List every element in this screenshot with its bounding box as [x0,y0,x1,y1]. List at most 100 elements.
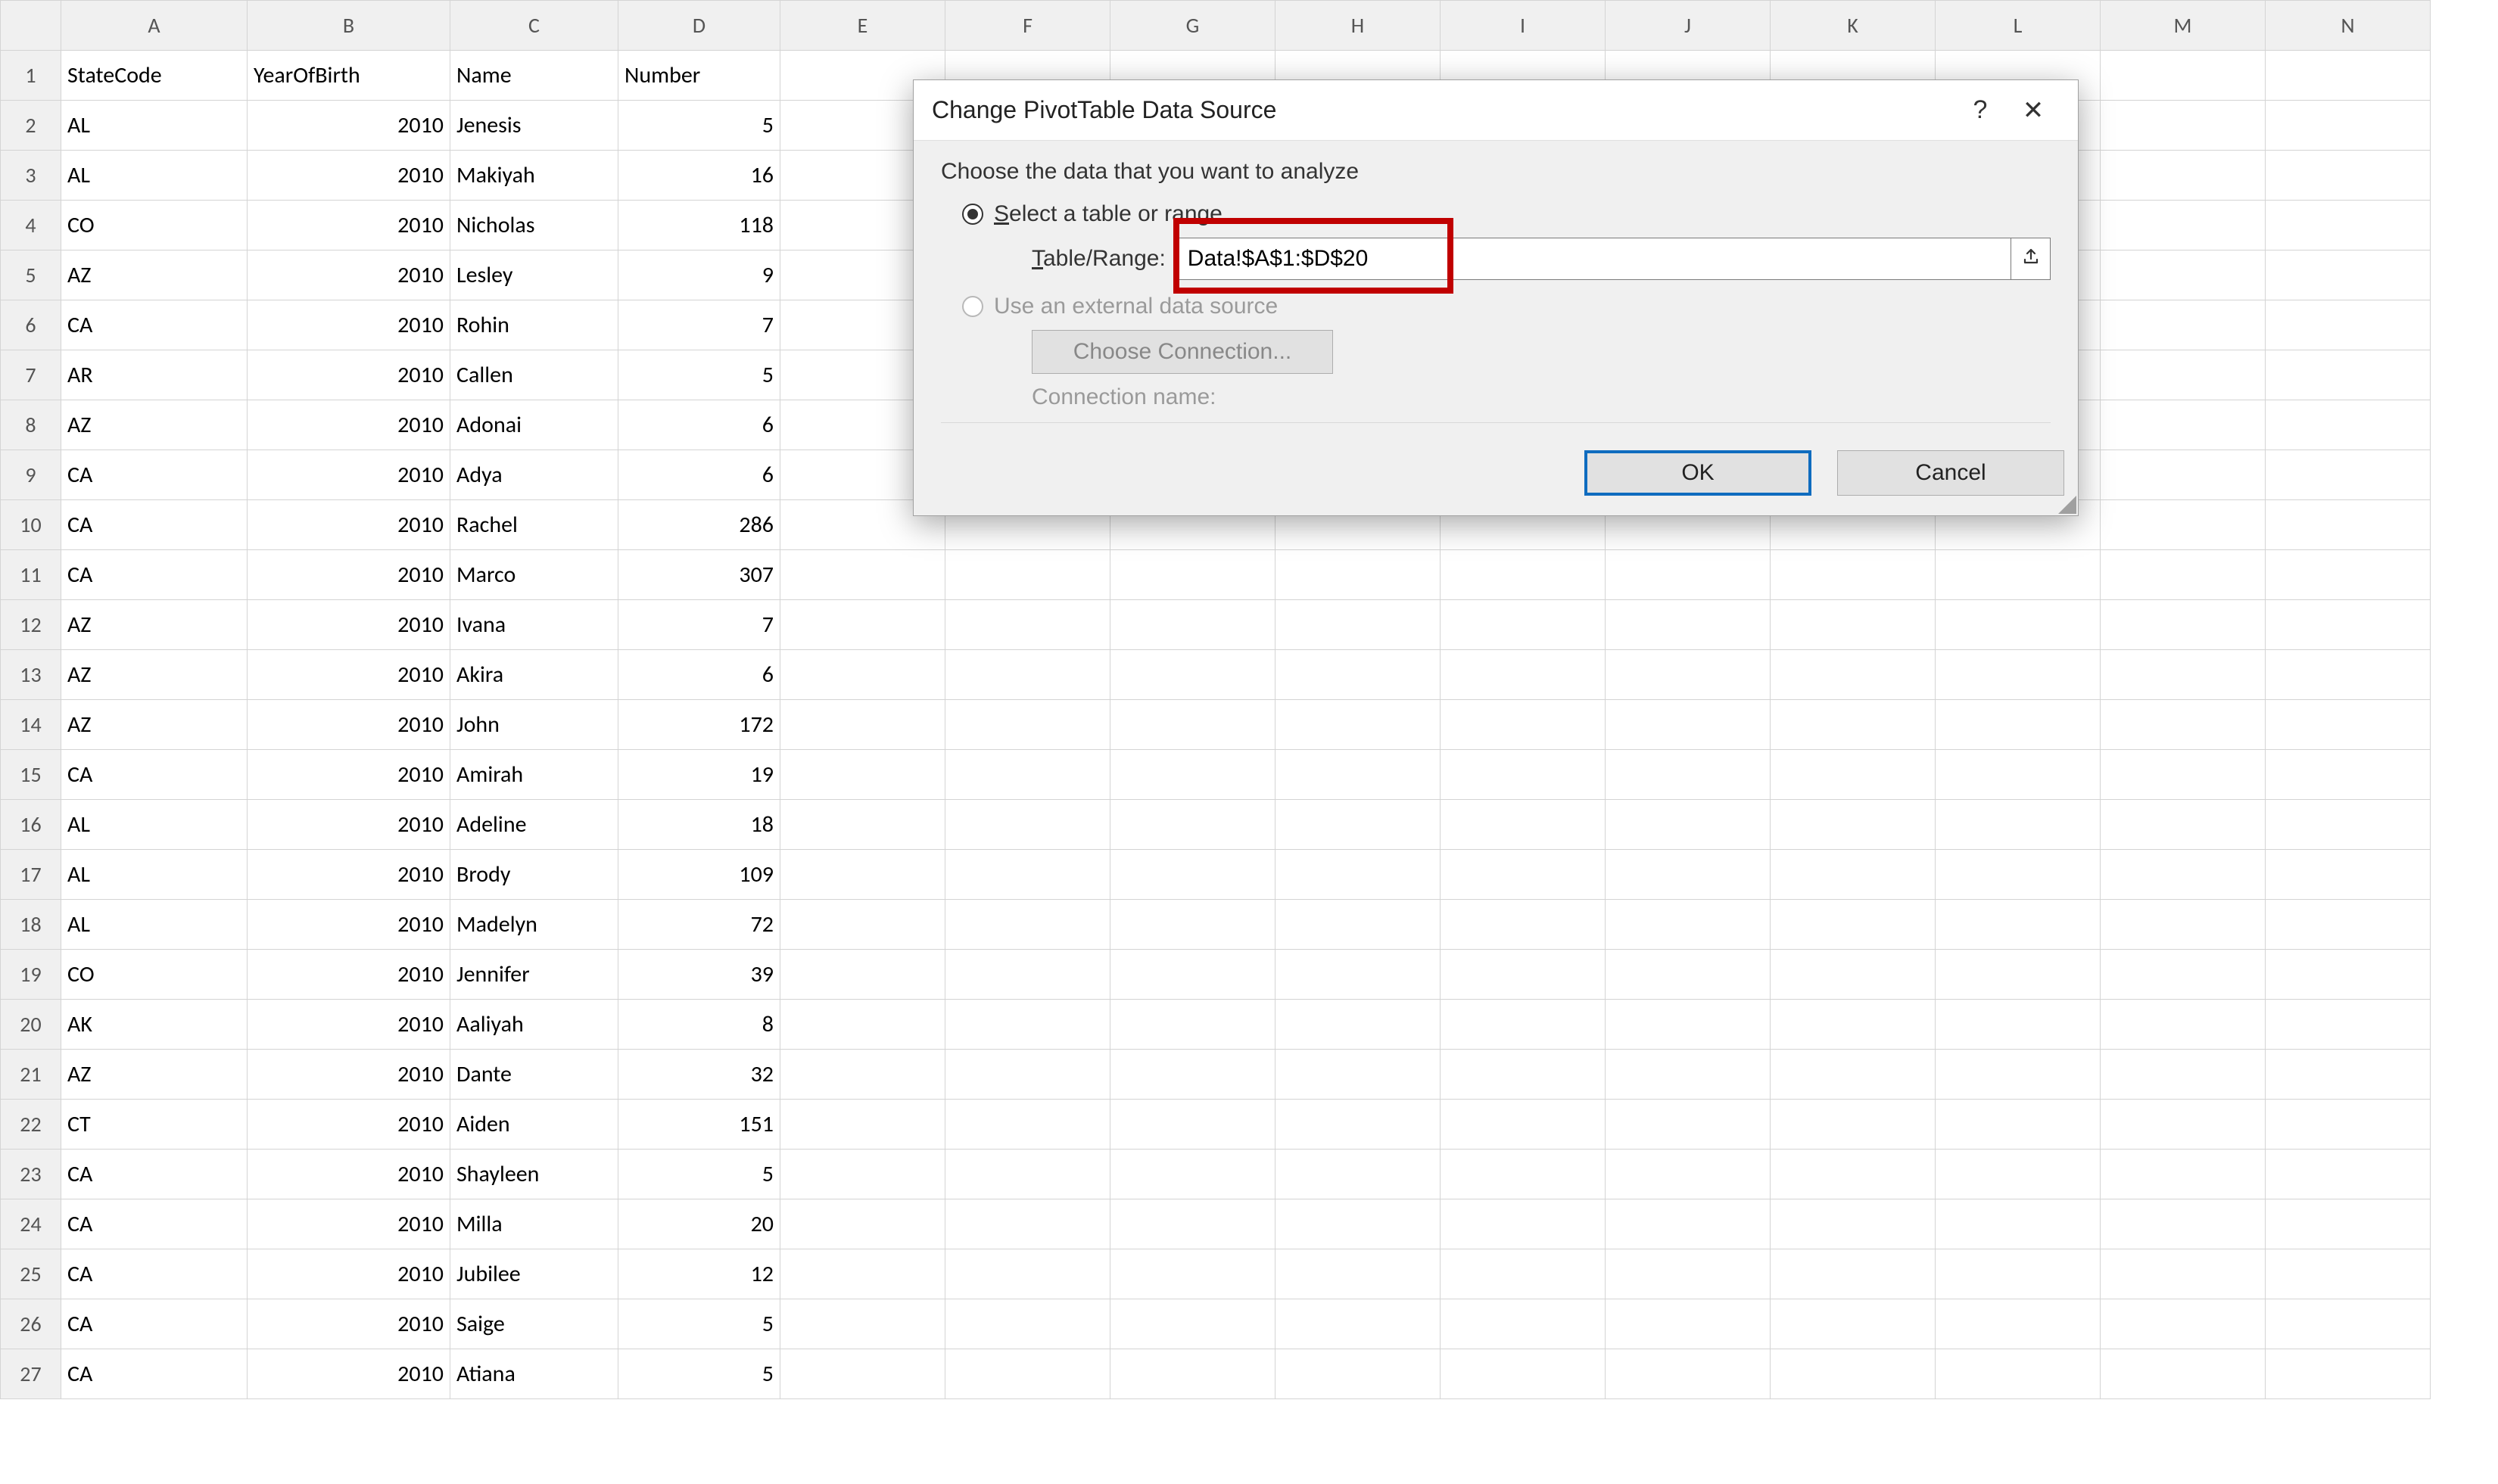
cell-A1[interactable]: StateCode [61,51,248,101]
cell-J12[interactable] [1606,600,1771,650]
table-range-input[interactable] [1176,238,2011,280]
cell-M3[interactable] [2101,151,2266,201]
cell-B15[interactable]: 2010 [248,750,450,800]
cell-M27[interactable] [2101,1349,2266,1399]
cell-K27[interactable] [1771,1349,1936,1399]
col-header-B[interactable]: B [248,1,450,51]
cell-F11[interactable] [945,550,1110,600]
cell-C22[interactable]: Aiden [450,1100,618,1150]
cell-N25[interactable] [2266,1249,2431,1299]
cell-F12[interactable] [945,600,1110,650]
cell-C8[interactable]: Adonai [450,400,618,450]
cell-A8[interactable]: AZ [61,400,248,450]
row-header[interactable]: 11 [1,550,61,600]
cell-N8[interactable] [2266,400,2431,450]
cell-D17[interactable]: 109 [618,850,780,900]
cell-H22[interactable] [1275,1100,1441,1150]
cell-N17[interactable] [2266,850,2431,900]
row-header[interactable]: 16 [1,800,61,850]
cell-L25[interactable] [1936,1249,2101,1299]
cell-B20[interactable]: 2010 [248,1000,450,1050]
cell-M18[interactable] [2101,900,2266,950]
cell-B3[interactable]: 2010 [248,151,450,201]
cell-G23[interactable] [1110,1150,1275,1199]
cell-K11[interactable] [1771,550,1936,600]
cell-H19[interactable] [1275,950,1441,1000]
cell-B14[interactable]: 2010 [248,700,450,750]
cell-N14[interactable] [2266,700,2431,750]
cell-F20[interactable] [945,1000,1110,1050]
cell-N16[interactable] [2266,800,2431,850]
cell-I15[interactable] [1441,750,1606,800]
cell-A22[interactable]: CT [61,1100,248,1150]
cell-K17[interactable] [1771,850,1936,900]
cell-B9[interactable]: 2010 [248,450,450,500]
cell-K16[interactable] [1771,800,1936,850]
cell-A27[interactable]: CA [61,1349,248,1399]
cell-L23[interactable] [1936,1150,2101,1199]
cell-I11[interactable] [1441,550,1606,600]
cell-N2[interactable] [2266,101,2431,151]
cell-I27[interactable] [1441,1349,1606,1399]
cell-J21[interactable] [1606,1050,1771,1100]
cell-B12[interactable]: 2010 [248,600,450,650]
cell-N23[interactable] [2266,1150,2431,1199]
cell-H14[interactable] [1275,700,1441,750]
cell-D11[interactable]: 307 [618,550,780,600]
cell-C17[interactable]: Brody [450,850,618,900]
cell-B6[interactable]: 2010 [248,300,450,350]
cell-C13[interactable]: Akira [450,650,618,700]
cell-M2[interactable] [2101,101,2266,151]
cell-F24[interactable] [945,1199,1110,1249]
cell-K19[interactable] [1771,950,1936,1000]
cell-C27[interactable]: Atiana [450,1349,618,1399]
cell-N10[interactable] [2266,500,2431,550]
cell-J26[interactable] [1606,1299,1771,1349]
cell-L20[interactable] [1936,1000,2101,1050]
cell-A6[interactable]: CA [61,300,248,350]
cell-G22[interactable] [1110,1100,1275,1150]
cell-D15[interactable]: 19 [618,750,780,800]
dialog-titlebar[interactable]: Change PivotTable Data Source ? ✕ [914,80,2078,141]
cell-K24[interactable] [1771,1199,1936,1249]
cell-J22[interactable] [1606,1100,1771,1150]
cell-I13[interactable] [1441,650,1606,700]
cell-C21[interactable]: Dante [450,1050,618,1100]
cell-G13[interactable] [1110,650,1275,700]
cell-J24[interactable] [1606,1199,1771,1249]
col-header-D[interactable]: D [618,1,780,51]
cell-B27[interactable]: 2010 [248,1349,450,1399]
col-header-H[interactable]: H [1275,1,1441,51]
cell-G21[interactable] [1110,1050,1275,1100]
cell-M16[interactable] [2101,800,2266,850]
col-header-M[interactable]: M [2101,1,2266,51]
cell-I14[interactable] [1441,700,1606,750]
cell-D19[interactable]: 39 [618,950,780,1000]
cell-D4[interactable]: 118 [618,201,780,250]
cell-E26[interactable] [780,1299,945,1349]
cell-D13[interactable]: 6 [618,650,780,700]
cell-L19[interactable] [1936,950,2101,1000]
cell-B16[interactable]: 2010 [248,800,450,850]
cell-D6[interactable]: 7 [618,300,780,350]
cell-I18[interactable] [1441,900,1606,950]
row-header[interactable]: 22 [1,1100,61,1150]
col-header-J[interactable]: J [1606,1,1771,51]
cell-J11[interactable] [1606,550,1771,600]
cell-D21[interactable]: 32 [618,1050,780,1100]
cell-B23[interactable]: 2010 [248,1150,450,1199]
cell-A11[interactable]: CA [61,550,248,600]
cell-A7[interactable]: AR [61,350,248,400]
cell-D9[interactable]: 6 [618,450,780,500]
cell-L24[interactable] [1936,1199,2101,1249]
cell-L14[interactable] [1936,700,2101,750]
cell-M10[interactable] [2101,500,2266,550]
cell-D20[interactable]: 8 [618,1000,780,1050]
cell-H11[interactable] [1275,550,1441,600]
cell-G15[interactable] [1110,750,1275,800]
cell-C20[interactable]: Aaliyah [450,1000,618,1050]
row-header[interactable]: 17 [1,850,61,900]
cell-M17[interactable] [2101,850,2266,900]
col-header-I[interactable]: I [1441,1,1606,51]
ok-button[interactable]: OK [1584,450,1811,496]
